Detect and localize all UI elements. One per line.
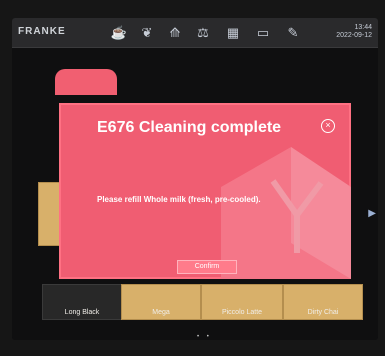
cup-icon[interactable]: ☕ [110, 24, 128, 42]
brand-logo: FRANKE [18, 26, 66, 37]
dialog-title: E676 Cleaning complete [97, 119, 282, 136]
tile-mega[interactable]: Mega [121, 284, 201, 320]
error-dialog: E676 Cleaning complete × Please refill W… [59, 103, 351, 279]
wrench-icon[interactable]: ✎ [284, 24, 302, 42]
tile-long-black[interactable]: Long Black [42, 284, 122, 320]
confirm-button[interactable]: Confirm [177, 260, 237, 274]
tile-label-long-black: Long Black [64, 309, 100, 316]
close-icon[interactable]: × [321, 119, 335, 133]
tile-label-mega: Mega [152, 309, 170, 316]
tray-icon[interactable]: ⟰ [166, 24, 184, 42]
tile-label-dirty-chai: Dirty Chai [307, 309, 339, 316]
clock: 13:44 2022-09-12 [336, 24, 372, 40]
tile-piccolo-latte[interactable]: Piccolo Latte [201, 284, 283, 320]
folder-tab [55, 69, 117, 95]
page-indicator: • • [197, 334, 212, 340]
scale-icon[interactable]: ⚖ [194, 24, 212, 42]
clock-time: 13:44 [354, 24, 372, 31]
grid-icon[interactable]: ▦ [224, 24, 242, 42]
device-bezel: FRANKE ☕ ❦ ⟰ ⚖ ▦ ▭ ✎ 13:44 2022-09-12 Lo… [0, 0, 385, 356]
top-bar: FRANKE ☕ ❦ ⟰ ⚖ ▦ ▭ ✎ 13:44 2022-09-12 [12, 18, 378, 48]
tile-label-piccolo-latte: Piccolo Latte [221, 309, 263, 316]
leaf-icon[interactable]: ❦ [138, 24, 156, 42]
tile-dirty-chai[interactable]: Dirty Chai [283, 284, 363, 320]
next-page-arrow-icon[interactable]: ▶ [368, 208, 376, 219]
clock-date: 2022-09-12 [336, 32, 372, 39]
tablet-icon[interactable]: ▭ [254, 24, 272, 42]
dialog-message: Please refill Whole milk (fresh, pre-coo… [97, 195, 261, 204]
